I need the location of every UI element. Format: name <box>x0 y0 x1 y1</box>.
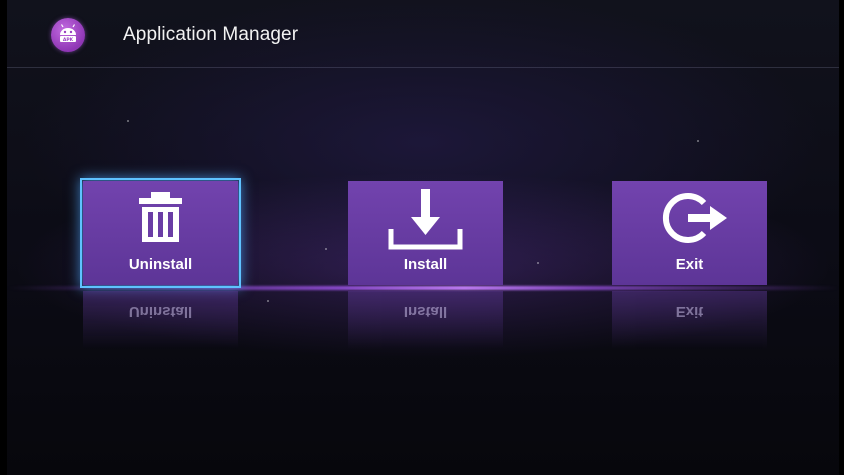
uninstall-button[interactable]: Uninstall <box>80 178 241 288</box>
install-reflection: Install <box>348 291 503 349</box>
app-window: APK Application Manager Uninstall Instal… <box>7 0 839 475</box>
page-title: Application Manager <box>123 24 299 45</box>
install-button[interactable]: Install <box>348 181 503 285</box>
uninstall-reflection: Uninstall <box>83 291 238 349</box>
install-reflection-label: Install <box>403 303 448 320</box>
svg-text:APK: APK <box>63 37 74 43</box>
header-bar: APK Application Manager <box>7 0 839 68</box>
android-apk-icon: APK <box>51 18 85 52</box>
exit-label: Exit <box>675 256 704 273</box>
install-label: Install <box>403 256 448 273</box>
exit-reflection: Exit <box>612 291 767 349</box>
uninstall-label: Uninstall <box>128 256 193 273</box>
horizon-glow <box>7 286 839 290</box>
exit-button[interactable]: Exit <box>612 181 767 285</box>
uninstall-reflection-label: Uninstall <box>128 303 193 320</box>
exit-reflection-label: Exit <box>675 303 704 320</box>
